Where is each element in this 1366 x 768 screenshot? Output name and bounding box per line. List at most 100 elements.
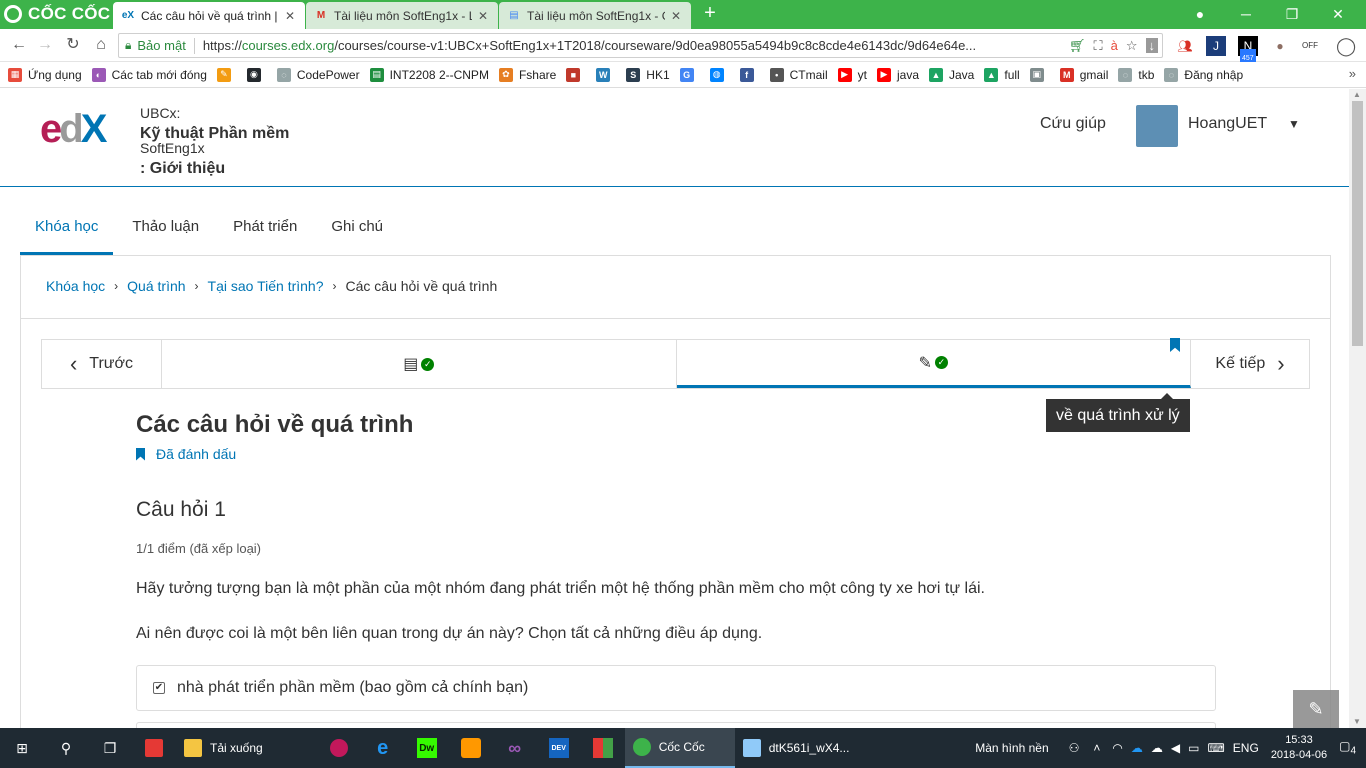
bookmark-item[interactable]: S HK1 bbox=[626, 67, 670, 82]
new-tab-button[interactable]: + bbox=[700, 3, 720, 25]
desktop-toolbar-label[interactable]: Màn hình nền bbox=[975, 741, 1048, 755]
extension-cookie-icon[interactable]: ● bbox=[1270, 36, 1290, 56]
restore-icon[interactable]: ❐ bbox=[1272, 2, 1312, 26]
battery-icon[interactable]: ▭ bbox=[1188, 741, 1199, 755]
bookmarks-overflow-icon[interactable]: » bbox=[1349, 66, 1356, 81]
close-tab-icon[interactable]: ✕ bbox=[671, 9, 681, 23]
volume-icon[interactable]: ◀ bbox=[1171, 741, 1180, 755]
checkbox-checked-icon[interactable]: ✔ bbox=[153, 682, 165, 694]
bookmark-item[interactable]: ✎ bbox=[216, 67, 237, 82]
bookmark-item[interactable]: W bbox=[596, 67, 616, 82]
home-icon[interactable]: ⌂ bbox=[90, 34, 112, 56]
browser-tab-edx[interactable]: eX Các câu hỏi về quá trình | ✕ bbox=[113, 2, 305, 29]
shopping-cart-icon[interactable]: 🛒︎ bbox=[1069, 38, 1086, 54]
bookmark-item[interactable]: G bbox=[679, 67, 700, 82]
star-icon[interactable]: ☆ bbox=[1126, 38, 1138, 54]
scroll-thumb[interactable] bbox=[1352, 101, 1363, 346]
task-view-icon[interactable]: ❐ bbox=[88, 728, 132, 768]
keyboard-icon[interactable]: ⌨ bbox=[1207, 741, 1224, 755]
forward-icon[interactable]: → bbox=[34, 34, 56, 56]
secure-label[interactable]: Bảo mật bbox=[137, 38, 185, 53]
extension-news-icon[interactable]: N 457 bbox=[1238, 36, 1258, 69]
page-scrollbar[interactable]: ▲ ▼ bbox=[1349, 89, 1366, 728]
sequence-item-problem[interactable]: ✎ ✓ bbox=[676, 338, 1191, 388]
wifi-icon[interactable]: ◠ bbox=[1112, 741, 1122, 755]
bookmark-item[interactable]: ▶ yt bbox=[837, 67, 867, 82]
download-icon[interactable]: ↓ bbox=[1145, 38, 1158, 53]
taskbar-coccoc[interactable]: Cốc Cốc bbox=[624, 728, 735, 768]
windows-start-icon[interactable]: ⊞ bbox=[0, 728, 44, 768]
edx-logo-icon[interactable]: edX bbox=[40, 107, 107, 152]
breadcrumb-link[interactable]: Khóa học bbox=[46, 278, 105, 294]
taskbar-file[interactable]: dtK561i_wX4... bbox=[735, 728, 860, 768]
chevron-up-icon[interactable]: ˄ bbox=[1093, 741, 1100, 755]
tab-progress[interactable]: Phát triển bbox=[218, 204, 312, 255]
url-input[interactable]: 🔒︎ Bảo mật https://courses.edx.org/cours… bbox=[118, 33, 1163, 58]
close-window-icon[interactable]: ✕ bbox=[1318, 2, 1358, 26]
bookmark-item[interactable]: ▣ bbox=[1029, 67, 1050, 82]
bookmark-item[interactable]: ▶ java bbox=[876, 67, 919, 82]
breadcrumb-link[interactable]: Tại sao Tiến trình? bbox=[208, 278, 324, 294]
app-grid-icon[interactable] bbox=[581, 728, 625, 768]
extension-users-icon[interactable]: 👥︎1 bbox=[1175, 36, 1195, 72]
notification-center-icon[interactable]: ▢4 bbox=[1339, 739, 1356, 756]
tab-course[interactable]: Khóa học bbox=[20, 204, 114, 255]
tab-notes[interactable]: Ghi chú bbox=[316, 204, 398, 255]
scroll-up-icon[interactable]: ▲ bbox=[1353, 90, 1361, 99]
cloud-icon[interactable]: ☁ bbox=[1151, 741, 1163, 755]
bookmark-item[interactable]: Mgmail bbox=[1059, 67, 1108, 82]
bookmark-item[interactable]: ✿ Fshare bbox=[498, 67, 556, 82]
reload-icon[interactable]: ↻ bbox=[62, 34, 84, 56]
extension-off-icon[interactable]: OFF bbox=[1300, 36, 1320, 56]
bookmark-item[interactable]: ◌ tkb bbox=[1118, 67, 1154, 82]
dreamweaver-icon[interactable]: Dw bbox=[405, 728, 449, 768]
scroll-down-icon[interactable]: ▼ bbox=[1353, 717, 1361, 726]
people-icon[interactable]: ⚇ bbox=[1069, 741, 1080, 755]
minimize-icon[interactable]: ─ bbox=[1226, 2, 1266, 26]
visual-studio-icon[interactable]: ∞ bbox=[493, 728, 537, 768]
previous-button[interactable]: ‹ Trước bbox=[42, 340, 162, 388]
onedrive-icon[interactable]: ☁ bbox=[1131, 741, 1143, 755]
spell-icon[interactable]: à bbox=[1111, 38, 1118, 53]
bookmark-item[interactable]: ◉ bbox=[246, 67, 267, 82]
close-tab-icon[interactable]: ✕ bbox=[285, 9, 295, 23]
breadcrumb-link[interactable]: Quá trình bbox=[127, 278, 185, 294]
paint-icon[interactable] bbox=[317, 728, 361, 768]
bookmark-item[interactable]: ◌ CodePower bbox=[276, 67, 360, 82]
browser-tab-gmail[interactable]: M Tài liệu môn SoftEng1x - L ✕ bbox=[306, 2, 498, 29]
coccoc-brand[interactable]: CỐC CỐC bbox=[4, 3, 110, 25]
bookmark-item[interactable]: f bbox=[739, 67, 760, 82]
clock[interactable]: 15:33 2018-04-06 bbox=[1271, 733, 1327, 763]
edge-icon[interactable]: e bbox=[361, 728, 405, 768]
extension-j-icon[interactable]: J bbox=[1206, 36, 1226, 56]
close-tab-icon[interactable]: ✕ bbox=[478, 9, 488, 23]
search-icon[interactable]: ⚲ bbox=[44, 728, 88, 768]
bookmark-item[interactable]: ◌ Đăng nhập bbox=[1164, 67, 1243, 82]
bookmark-item[interactable]: ▲ full bbox=[984, 67, 1020, 82]
edit-pencil-icon[interactable]: ✎ bbox=[1293, 690, 1339, 728]
bookmark-item[interactable]: ▤ INT2208 2--CNPM bbox=[369, 67, 489, 82]
back-icon[interactable]: ← bbox=[8, 34, 30, 56]
bookmark-button[interactable]: Đã đánh dấu bbox=[136, 446, 236, 462]
browser-tab-docs[interactable]: ▤ Tài liệu môn SoftEng1x - G ✕ bbox=[499, 2, 691, 29]
username[interactable]: HoangUET bbox=[1188, 115, 1267, 133]
translate-icon[interactable]: ⛶ bbox=[1094, 38, 1103, 54]
next-button[interactable]: Kế tiếp › bbox=[1191, 340, 1309, 388]
bookmark-item[interactable]: ▲ Java bbox=[929, 67, 974, 82]
language-indicator[interactable]: ENG bbox=[1233, 741, 1259, 755]
profile-icon[interactable]: ● bbox=[1180, 2, 1220, 26]
help-link[interactable]: Cứu giúp bbox=[1040, 115, 1106, 133]
bookmark-item[interactable]: ◐ Các tab mới đóng bbox=[91, 67, 207, 82]
user-menu-caret-icon[interactable]: ▼ bbox=[1288, 117, 1300, 131]
menu-icon[interactable]: ◯ bbox=[1336, 36, 1356, 56]
app-icon[interactable] bbox=[132, 728, 176, 768]
taskbar-downloads[interactable]: Tải xuống bbox=[176, 728, 271, 768]
choice-option[interactable]: ✔ nhà phát triển phần mềm (bao gồm cả ch… bbox=[136, 665, 1216, 711]
bookmark-item[interactable]: ◍ bbox=[709, 67, 730, 82]
bookmark-item[interactable]: • CTmail bbox=[769, 67, 828, 82]
bookmark-item[interactable]: ▦ Ứng dụng bbox=[8, 67, 82, 82]
sublime-icon[interactable] bbox=[449, 728, 493, 768]
tab-discussion[interactable]: Thảo luận bbox=[117, 204, 214, 255]
bookmark-item[interactable]: ■ bbox=[566, 67, 586, 82]
avatar[interactable] bbox=[1136, 105, 1178, 147]
